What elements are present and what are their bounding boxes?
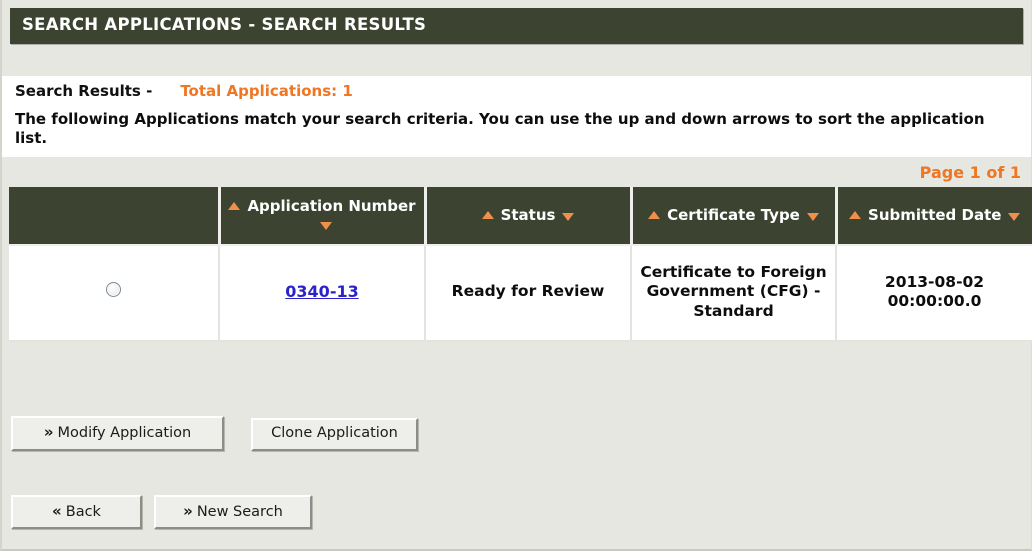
column-header-status[interactable]: Status [425,187,633,247]
cell-certificate-type: Certificate to Foreign Government (CFG) … [631,245,837,343]
table-row: 0340-13 Ready for Review Certificate to … [9,245,1032,343]
application-number-link[interactable]: 0340-13 [285,282,358,301]
primary-action-row: » Modify Application Clone Application [2,416,1031,451]
total-applications-count: Total Applications: 1 [180,81,353,100]
row-select-radio[interactable] [106,281,121,297]
chevron-right-icon: » [43,423,54,442]
sort-descending-icon[interactable] [1008,212,1021,221]
table-header-row: Application Number Status Certificate Ty… [9,187,1032,247]
cell-submitted-date: 2013-08-02 00:00:00.0 [836,245,1032,343]
results-summary-bar: Search Results - Total Applications: 1 [2,75,1031,106]
search-results-page: SEARCH APPLICATIONS - SEARCH RESULTS Sea… [0,0,1032,551]
back-label: Back [65,503,101,520]
sort-ascending-icon[interactable] [228,201,241,210]
cell-status: Ready for Review [425,245,632,343]
table-body: 0340-13 Ready for Review Certificate to … [9,245,1032,343]
clone-application-button[interactable]: Clone Application [251,418,418,451]
chevron-right-icon: » [183,501,193,520]
column-label-certificate-type: Certificate Type [667,206,800,225]
new-search-label: New Search [196,503,283,520]
table-header: Application Number Status Certificate Ty… [9,187,1032,247]
search-results-table: Application Number Status Certificate Ty… [9,187,1032,343]
submitted-time-value: 00:00:00.0 [887,292,982,311]
results-summary-label: Search Results - [15,81,153,100]
sort-ascending-icon[interactable] [648,210,661,219]
title-bar-container: SEARCH APPLICATIONS - SEARCH RESULTS [2,0,1031,44]
row-select-cell[interactable] [9,245,220,343]
column-label-status: Status [500,206,556,225]
sort-descending-icon[interactable] [319,221,332,230]
page-indicator: Page 1 of 1 [2,157,1031,188]
navigation-action-row: «Back » New Search [2,494,1031,530]
column-header-certificate-type[interactable]: Certificate Type [631,187,838,247]
column-header-application-number[interactable]: Application Number [219,187,427,247]
sort-ascending-icon[interactable] [481,210,494,219]
sort-ascending-icon[interactable] [849,210,862,219]
column-header-submitted-date[interactable]: Submitted Date [836,187,1032,247]
sort-descending-icon[interactable] [562,212,575,221]
column-label-submitted-date: Submitted Date [868,206,1002,225]
search-instructions: The following Applications match your se… [2,105,1031,158]
new-search-button[interactable]: » New Search [154,494,312,530]
back-button[interactable]: «Back [11,494,142,530]
column-header-select [9,187,221,247]
sort-descending-icon[interactable] [806,212,819,221]
page-title: SEARCH APPLICATIONS - SEARCH RESULTS [10,8,1023,44]
modify-application-label: Modify Application [57,425,192,442]
column-label-application-number: Application Number [247,197,416,216]
submitted-date-value: 2013-08-02 [884,272,985,291]
clone-application-label: Clone Application [271,425,398,442]
modify-application-button[interactable]: » Modify Application [11,416,224,451]
cell-application-number: 0340-13 [219,245,426,343]
chevron-left-icon: « [52,501,62,520]
